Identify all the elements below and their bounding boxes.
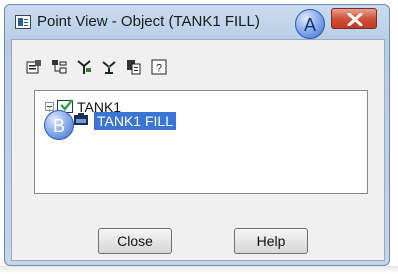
hierarchy-icon[interactable] xyxy=(49,56,69,78)
copy-icon[interactable] xyxy=(124,56,144,78)
close-button[interactable]: Close xyxy=(98,228,172,254)
svg-text:?: ? xyxy=(156,63,162,75)
dialog-client-area: ? TANK1 TANK1 FILL Close Help xyxy=(11,39,385,261)
properties-icon[interactable] xyxy=(24,56,44,78)
title-bar[interactable]: Point View - Object (TANK1 FILL) A xyxy=(5,5,389,39)
window-shadow xyxy=(0,266,398,274)
tank-point-icon xyxy=(74,113,88,125)
parent-icon[interactable] xyxy=(99,56,119,78)
close-x-icon xyxy=(347,13,363,26)
app-window-icon xyxy=(15,15,31,29)
tree-node-label-selected: TANK1 FILL xyxy=(94,112,176,130)
tree-icon[interactable] xyxy=(74,56,94,78)
callout-a-badge: A xyxy=(295,9,325,39)
window-close-button[interactable] xyxy=(331,8,377,29)
window-title: Point View - Object (TANK1 FILL) xyxy=(37,13,260,30)
help-icon[interactable]: ? xyxy=(149,56,169,78)
object-tree-view[interactable]: TANK1 TANK1 FILL xyxy=(34,90,368,194)
help-button[interactable]: Help xyxy=(234,228,308,254)
callout-b-badge: B xyxy=(44,110,74,140)
